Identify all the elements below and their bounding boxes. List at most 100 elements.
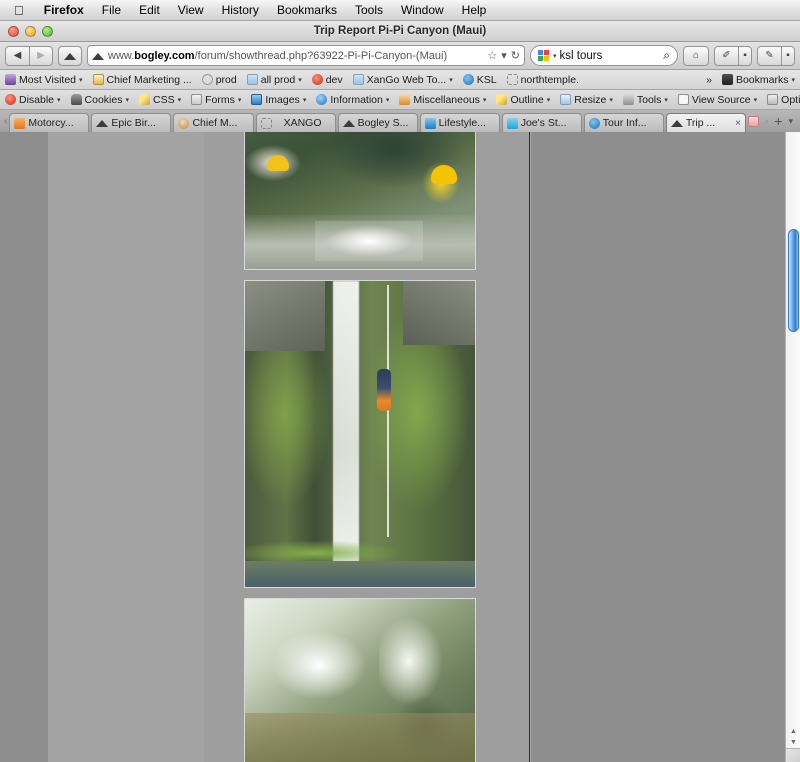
tab-xango[interactable]: XANGO [255,113,336,132]
bookmark-prod[interactable]: prod [197,74,242,86]
eyedropper-button[interactable]: ✐ [714,45,738,66]
devtool-forms[interactable]: Forms ▾ [186,94,246,106]
search-input[interactable]: ksl tours [560,50,661,62]
bookmark-star-icon[interactable]: ☆ [487,49,497,62]
thread-photo-cascade-pool[interactable]: cascade-pool-in-canyon [244,598,476,762]
tab-scroll-right-button[interactable]: › [765,116,768,127]
photo-helmet-detail [431,165,457,184]
forward-button[interactable]: ▶ [29,45,53,66]
search-bar[interactable]: ▾ ksl tours ⌕ [530,45,678,66]
bookmark-caret-icon[interactable]: ▾ [501,49,507,62]
photo-alt-text: canyoneers-in-helmets-above-waterfall [245,258,475,267]
devtool-outline[interactable]: Outline ▾ [491,94,555,106]
chevron-down-icon: ▾ [125,96,129,104]
chevron-down-icon: ▾ [546,96,551,104]
tab-epic-bir[interactable]: Epic Bir... [91,113,172,132]
photo-rope-detail [387,285,389,537]
chevron-down-icon: ▾ [237,96,242,104]
back-button[interactable]: ◀ [5,45,29,66]
apple-logo-icon[interactable]:  [0,4,35,17]
url-bar[interactable]: www.bogley.com/forum/showthread.php?6392… [87,45,525,66]
disable-icon [5,94,16,105]
home-button[interactable]: ⌂ [683,45,709,66]
photo-pool-detail [245,713,475,762]
mail-notification-icon[interactable] [747,115,759,127]
devtool-tools[interactable]: Tools ▾ [618,94,673,106]
thread-photo-canyoneers[interactable]: canyoneers-in-helmets-above-waterfall [244,132,476,270]
new-tab-button[interactable]: + [774,114,782,128]
devtool-label: CSS [153,93,175,106]
photo-waterfall-detail [333,281,359,563]
devtool-options[interactable]: Options [762,94,800,106]
bookmark-northtemple[interactable]: northtemple. [502,74,584,86]
thread-photo-waterfall-rappel[interactable]: rappelling-down-tall-waterfall [244,280,476,588]
bookmarks-menu-button[interactable]: Bookmarks ▾ [717,74,800,86]
tab-label: Motorcy... [28,117,74,129]
tab-tour-info[interactable]: Tour Inf... [583,113,664,132]
tab-trip-report[interactable]: Trip ... × [665,113,746,132]
search-engine-caret-icon[interactable]: ▾ [553,52,557,60]
tab-favicon-icon [96,118,109,128]
devtool-view-source[interactable]: View Source ▾ [673,94,762,106]
bookmark-ksl[interactable]: KSL [458,74,502,86]
devtool-images[interactable]: Images ▾ [246,94,311,106]
devtool-information[interactable]: Information ▾ [311,94,394,106]
tab-bogley[interactable]: Bogley S... [337,113,418,132]
devtool-miscellaneous[interactable]: Miscellaneous ▾ [394,94,491,106]
menu-item-tools[interactable]: Tools [346,0,392,21]
bookmarks-toolbar: Most Visited ▾ Chief Marketing ... prod … [0,70,800,90]
menu-item-window[interactable]: Window [392,0,453,21]
scroll-up-button[interactable]: ▲ [787,726,800,737]
chevron-down-icon: ▾ [664,96,668,104]
devtool-cookies[interactable]: Cookies ▾ [66,94,134,106]
bookmark-all-prod[interactable]: all prod ▾ [242,74,307,86]
vertical-scrollbar[interactable]: ▲ ▼ [785,132,800,762]
chevron-down-icon: ▾ [609,96,613,104]
chevron-down-icon: ▾ [298,76,302,84]
tab-joes-st[interactable]: Joe's St... [501,113,582,132]
tab-label: Tour Inf... [602,117,647,129]
page-viewport[interactable]: canyoneers-in-helmets-above-waterfall ra… [0,132,800,762]
window-resize-grip[interactable] [785,748,800,762]
bookmark-most-visited[interactable]: Most Visited ▾ [0,74,88,86]
menu-item-edit[interactable]: Edit [130,0,169,21]
menu-item-firefox[interactable]: Firefox [35,0,93,21]
scroll-down-button[interactable]: ▼ [787,737,800,748]
devtool-disable[interactable]: Disable ▾ [0,94,66,106]
macos-menu-bar:  Firefox File Edit View History Bookmar… [0,0,800,21]
menu-item-help[interactable]: Help [453,0,496,21]
tab-motorcycle[interactable]: Motorcy... [9,113,90,132]
tab-lifestyle[interactable]: Lifestyle... [419,113,500,132]
bookmark-dev[interactable]: dev [307,74,348,86]
bookmark-xango-web-tools[interactable]: XanGo Web To... ▾ [348,74,458,86]
info-icon [316,94,328,105]
site-identity-button[interactable] [58,45,82,66]
pen-button[interactable]: ✎ [757,45,781,66]
eyedropper-caret-button[interactable]: ▪ [738,45,752,66]
devtool-resize[interactable]: Resize ▾ [555,94,618,106]
tab-chief-marketing[interactable]: Chief M... [173,113,254,132]
pen-caret-button[interactable]: ▪ [781,45,795,66]
bookmark-chief-marketing[interactable]: Chief Marketing ... [88,74,197,86]
person-icon [70,94,82,105]
close-tab-icon[interactable]: × [735,118,741,129]
photo-alt-text: rappelling-down-tall-waterfall [245,576,475,585]
bookmark-label: northtemple. [520,73,579,86]
most-visited-icon [5,74,16,85]
menu-item-view[interactable]: View [169,0,213,21]
tab-list-button[interactable]: ▾ [788,116,793,127]
bookmark-label: XanGo Web To... [366,73,447,86]
tab-label: Lifestyle... [438,117,486,129]
search-icon[interactable]: ⌕ [663,48,670,63]
photo-grass-detail [245,531,475,565]
scrollbar-thumb[interactable] [788,229,799,332]
devtool-css[interactable]: CSS ▾ [134,94,186,106]
bookmarks-overflow-button[interactable]: » [701,74,717,86]
menu-item-history[interactable]: History [213,0,268,21]
chart-icon [92,74,104,85]
menu-item-file[interactable]: File [93,0,130,21]
chevron-down-icon: ▾ [753,96,758,104]
web-developer-toolbar: Disable ▾ Cookies ▾ CSS ▾ Forms ▾ Images… [0,90,800,110]
reload-icon[interactable]: ↻ [511,49,520,62]
menu-item-bookmarks[interactable]: Bookmarks [268,0,346,21]
